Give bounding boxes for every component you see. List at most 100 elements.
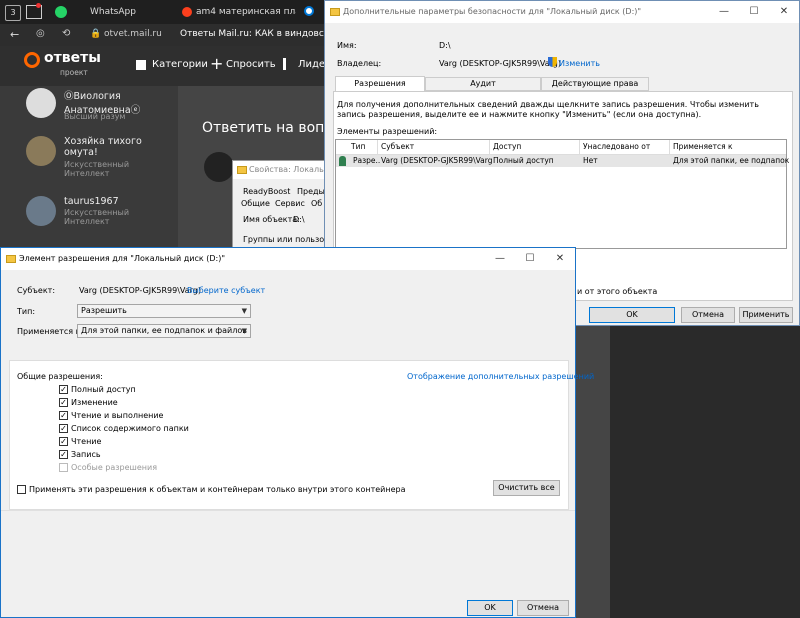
change-owner-link[interactable]: Изменить	[559, 59, 600, 68]
tab-audit[interactable]: Аудит	[425, 77, 541, 91]
user-name[interactable]: taurus1967	[64, 196, 119, 207]
tab-readyboost[interactable]: ReadyBoost	[243, 187, 290, 196]
permission-label: Полный доступ	[71, 385, 136, 394]
back-icon[interactable]: ←	[10, 28, 19, 41]
tab-permissions[interactable]: Разрешения	[335, 76, 425, 91]
tab-effective-access[interactable]: Действующие права доступа	[541, 77, 649, 100]
permission-label: Чтение и выполнение	[71, 411, 164, 420]
entry-access: Полный доступ	[493, 156, 554, 165]
checkbox-read-execute[interactable]: ✓	[59, 411, 68, 420]
permission-label: Чтение	[71, 437, 102, 446]
avatar[interactable]	[26, 136, 56, 166]
categories-icon[interactable]	[136, 60, 146, 70]
user-rank: Искусственный Интеллект	[64, 160, 130, 178]
perm-title: Элемент разрешения для "Локальный диск (…	[19, 254, 225, 263]
site-logo-sub: проект	[60, 68, 88, 77]
permission-label: Запись	[71, 450, 101, 459]
checkbox-write[interactable]: ✓	[59, 450, 68, 459]
tab-whatsapp[interactable]: WhatsApp	[90, 2, 170, 24]
nav-ask[interactable]: Спросить	[226, 59, 276, 70]
tab-other[interactable]: Об	[311, 199, 322, 208]
column-header[interactable]: Унаследовано от	[580, 140, 670, 154]
avatar	[204, 152, 234, 182]
leaders-icon[interactable]	[283, 58, 291, 70]
lock-icon: 🔒	[90, 29, 102, 39]
notification-dot	[36, 3, 41, 8]
tab-am4[interactable]: am4 материнская плата к	[196, 2, 296, 24]
yandex-icon	[182, 7, 192, 17]
cancel-button[interactable]: Отмена	[681, 307, 735, 323]
uac-shield-icon	[548, 57, 557, 67]
folder-icon	[330, 8, 340, 16]
select-subject-link[interactable]: Выберите субъект	[187, 286, 265, 295]
avatar[interactable]	[26, 88, 56, 118]
checkbox-special	[59, 463, 68, 472]
url-text[interactable]: otvet.mail.ru	[104, 29, 162, 39]
column-header[interactable]: Применяется к	[670, 140, 786, 154]
table-row[interactable]: Разре... Varg (DESKTOP-GJK5R99\Varg) Пол…	[336, 155, 789, 167]
type-select-value: Разрешить	[81, 306, 127, 315]
advanced-title: Дополнительные параметры безопасности дл…	[343, 7, 642, 16]
column-header[interactable]: Субъект	[378, 140, 490, 154]
perm-titlebar[interactable]: Элемент разрешения для "Локальный диск (…	[1, 248, 575, 270]
advanced-titlebar[interactable]: Дополнительные параметры безопасности дл…	[325, 1, 799, 23]
maximize-button[interactable]: ☐	[515, 248, 545, 270]
close-button[interactable]: ✕	[545, 248, 575, 270]
column-header[interactable]: Доступ	[490, 140, 580, 154]
folder-icon	[237, 166, 247, 174]
permission-entry-dialog: Элемент разрешения для "Локальный диск (…	[0, 247, 594, 618]
otvety-logo[interactable]	[24, 52, 40, 68]
owner-label: Владелец:	[337, 59, 382, 68]
permission-label: Особые разрешения	[71, 463, 158, 472]
page-title-text: Ответы Mail.ru: КАК в виндовс	[180, 29, 324, 39]
type-label: Тип:	[17, 307, 36, 316]
permission-entries-list[interactable]: Тип Субъект Доступ Унаследовано от Приме…	[335, 139, 789, 249]
clear-all-button[interactable]: Очистить все	[493, 480, 560, 496]
ok-button[interactable]: OK	[589, 307, 675, 323]
checkbox-list-folder[interactable]: ✓	[59, 424, 68, 433]
entry-type: Разре...	[353, 156, 381, 165]
tab-general[interactable]: Общие	[241, 199, 270, 208]
checkbox-modify[interactable]: ✓	[59, 398, 68, 407]
plus-icon[interactable]: +	[210, 54, 223, 73]
minimize-button[interactable]: —	[485, 248, 515, 270]
entries-label: Элементы разрешений:	[337, 127, 438, 136]
checkbox-apply-inside[interactable]	[17, 485, 26, 494]
applies-to-select[interactable]: Для этой папки, ее подпапок и файлов ▼	[77, 324, 251, 338]
nav-categories[interactable]: Категории	[152, 59, 208, 70]
entry-applies: Для этой папки, ее подпапок ...	[673, 156, 789, 165]
user-rank: Искусственный Интеллект	[64, 208, 130, 226]
shield-icon[interactable]: ◎	[36, 28, 45, 39]
name-label: Имя:	[337, 41, 357, 50]
subject-label: Субъект:	[17, 286, 56, 295]
column-header[interactable]: Тип	[348, 140, 378, 154]
permission-label: Список содержимого папки	[71, 424, 189, 433]
avatar[interactable]	[26, 196, 56, 226]
dark-panel	[610, 326, 800, 618]
apply-button[interactable]: Применить	[739, 307, 793, 323]
close-button[interactable]: ✕	[769, 1, 799, 23]
user-icon	[339, 156, 346, 166]
name-value: D:\	[439, 41, 451, 50]
footer-divider	[1, 510, 575, 511]
tab-service[interactable]: Сервис	[275, 199, 305, 208]
history-icon[interactable]: ⟲	[62, 28, 70, 39]
minimize-button[interactable]: —	[709, 1, 739, 23]
entry-subject: Varg (DESKTOP-GJK5R99\Varg)	[381, 156, 493, 165]
checkbox-full-control[interactable]: ✓	[59, 385, 68, 394]
ok-button[interactable]: OK	[467, 600, 513, 616]
show-advanced-link[interactable]: Отображение дополнительных разрешений	[407, 372, 594, 381]
cancel-button[interactable]: Отмена	[517, 600, 569, 616]
user-name[interactable]: Хозяйка тихого омута!	[64, 136, 144, 158]
subject-value: Varg (DESKTOP-GJK5R99\Varg)	[79, 286, 202, 295]
applies-to-label: Применяется к:	[17, 327, 84, 336]
folder-icon	[6, 255, 16, 263]
applies-to-value: Для этой папки, ее подпапок и файлов	[81, 326, 247, 335]
maximize-button[interactable]: ☐	[739, 1, 769, 23]
checkbox-read[interactable]: ✓	[59, 437, 68, 446]
whatsapp-icon[interactable]	[55, 6, 67, 18]
active-tab-icon	[304, 6, 314, 16]
tab-count-badge[interactable]: 3	[5, 5, 21, 21]
type-select[interactable]: Разрешить ▼	[77, 304, 251, 318]
site-logo-text[interactable]: ответы	[44, 50, 101, 66]
